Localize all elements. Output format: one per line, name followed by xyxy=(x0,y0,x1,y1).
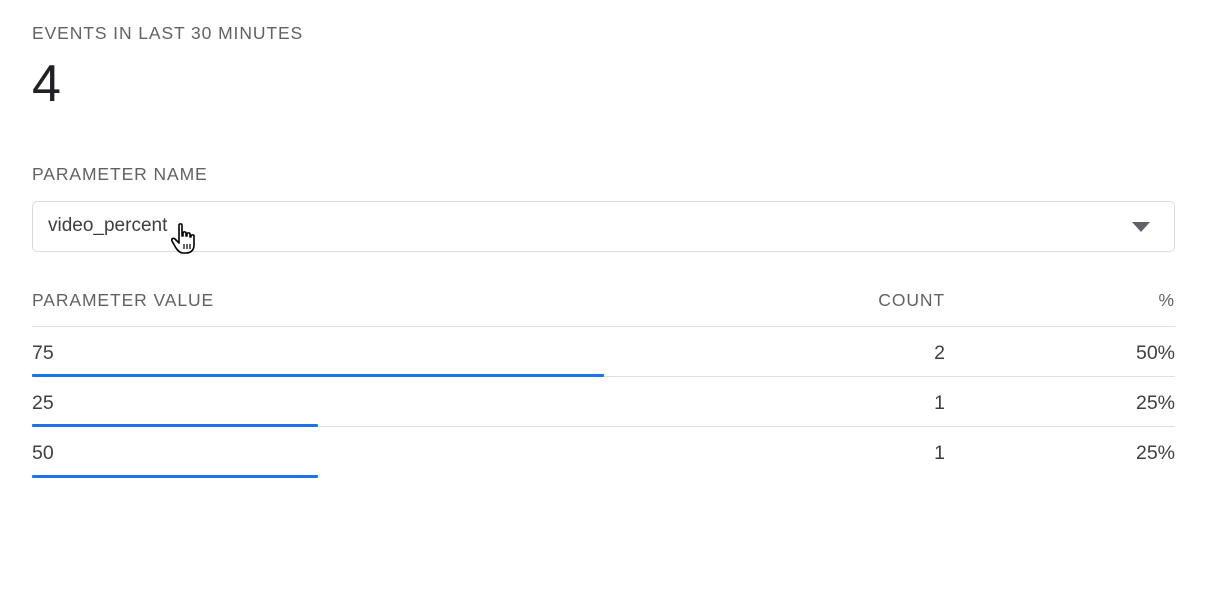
row-percent: 50% xyxy=(1135,342,1175,364)
parameter-values-table: PARAMETER VALUE COUNT % 75 2 50% 25 1 25… xyxy=(32,276,1175,478)
table-row[interactable]: 75 2 50% xyxy=(32,327,1175,377)
share-bar xyxy=(32,475,318,478)
row-value: 25 xyxy=(32,392,54,414)
events-label: EVENTS IN LAST 30 MINUTES xyxy=(32,23,304,43)
parameter-name-selected: video_percent xyxy=(48,215,168,236)
row-count: 1 xyxy=(934,392,945,414)
table-row[interactable]: 50 1 25% xyxy=(32,427,1175,478)
parameter-name-dropdown[interactable]: video_percent xyxy=(32,201,1175,254)
parameter-name-label: PARAMETER NAME xyxy=(32,164,208,184)
row-percent: 25% xyxy=(1135,442,1175,464)
row-percent: 25% xyxy=(1135,392,1175,414)
header-count: COUNT xyxy=(878,290,945,310)
table-header: PARAMETER VALUE COUNT % xyxy=(32,276,1175,327)
hand-pointer-cursor-icon xyxy=(171,223,195,254)
row-count: 2 xyxy=(934,342,945,364)
row-count: 1 xyxy=(934,442,945,464)
events-card: EVENTS IN LAST 30 MINUTES 4 PARAMETER NA… xyxy=(32,0,1175,614)
row-value: 75 xyxy=(32,342,54,364)
header-parameter-value: PARAMETER VALUE xyxy=(32,290,215,310)
row-value: 50 xyxy=(32,442,54,464)
caret-down-icon[interactable] xyxy=(1132,222,1150,232)
table-body: 75 2 50% 25 1 25% 50 1 25% xyxy=(32,327,1175,478)
header-percent: % xyxy=(1158,290,1175,310)
table-row[interactable]: 25 1 25% xyxy=(32,377,1175,427)
events-count: 4 xyxy=(32,55,61,113)
